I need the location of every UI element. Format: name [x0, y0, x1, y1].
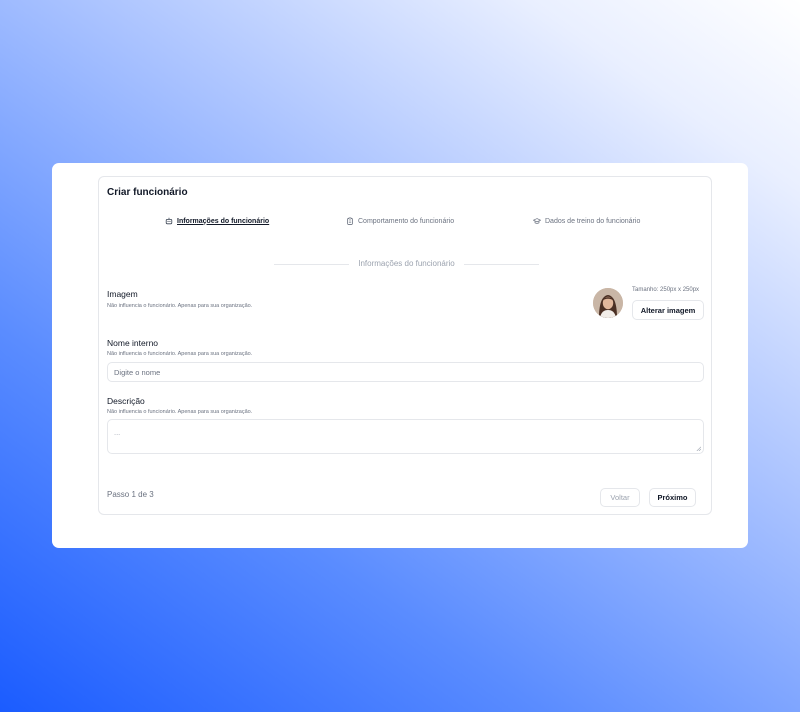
name-hint: Não influencia o funcionário. Apenas par… — [107, 351, 253, 357]
name-input-placeholder: Digite o nome — [114, 367, 161, 377]
tab-training-data[interactable]: Dados de treino do funcionário — [533, 217, 640, 225]
create-employee-form: Criar funcionário Informações do funcion… — [98, 176, 712, 515]
tab-label: Dados de treino do funcionário — [545, 217, 641, 225]
tab-label: Comportamento do funcionário — [358, 217, 455, 225]
description-placeholder: ... — [114, 428, 121, 437]
tab-employee-info[interactable]: Informações do funcionário — [165, 217, 269, 225]
name-input[interactable]: Digite o nome — [107, 362, 704, 382]
divider-line-right — [464, 264, 539, 265]
tab-label: Informações do funcionário — [177, 217, 270, 225]
image-hint: Não influencia o funcionário. Apenas par… — [107, 303, 253, 309]
description-label: Descrição — [107, 396, 145, 406]
name-label: Nome interno — [107, 338, 159, 348]
image-label: Imagem — [107, 289, 138, 299]
next-button[interactable]: Próximo — [649, 488, 696, 507]
description-hint: Não influencia o funcionário. Apenas par… — [107, 409, 253, 415]
avatar-image — [593, 288, 623, 318]
description-textarea[interactable]: ... — [107, 419, 704, 454]
change-image-button[interactable]: Alterar imagem — [632, 300, 704, 320]
modal-container: Criar funcionário Informações do funcion… — [52, 163, 748, 548]
clipboard-icon — [347, 217, 353, 225]
resize-handle-icon[interactable] — [696, 446, 701, 451]
image-size-note: Tamanho: 250px x 250px — [632, 287, 700, 293]
robot-icon — [165, 217, 173, 225]
graduation-cap-icon — [533, 218, 541, 224]
section-divider: Informações do funcionário — [274, 259, 539, 269]
tab-bar: Informações do funcionário Comportamento… — [99, 217, 711, 231]
step-indicator: Passo 1 de 3 — [107, 490, 154, 499]
page-title: Criar funcionário — [107, 187, 188, 198]
avatar — [593, 288, 623, 318]
tab-employee-behavior[interactable]: Comportamento do funcionário — [346, 217, 454, 225]
back-button[interactable]: Voltar — [600, 488, 640, 507]
